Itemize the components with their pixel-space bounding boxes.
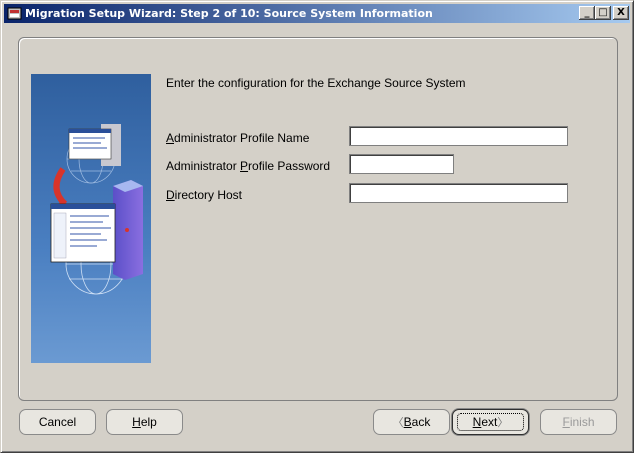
admin-profile-name-label: Administrator Profile Name xyxy=(166,131,310,145)
title-bar[interactable]: Migration Setup Wizard: Step 2 of 10: So… xyxy=(4,4,630,23)
focus-ring xyxy=(457,413,524,431)
admin-profile-password-input[interactable] xyxy=(349,154,454,174)
cancel-button[interactable]: Cancel xyxy=(19,409,96,435)
close-icon[interactable]: X xyxy=(613,6,629,20)
app-icon xyxy=(7,7,22,20)
wizard-window: Migration Setup Wizard: Step 2 of 10: So… xyxy=(0,0,634,453)
intro-text: Enter the configuration for the Exchange… xyxy=(166,76,466,90)
directory-host-label: Directory Host xyxy=(166,188,243,202)
admin-profile-name-input[interactable] xyxy=(349,126,568,146)
maximize-icon[interactable]: □ xyxy=(595,6,611,20)
window-title: Migration Setup Wizard: Step 2 of 10: So… xyxy=(25,7,433,20)
migration-graphic xyxy=(31,74,151,363)
directory-host-input[interactable] xyxy=(349,183,568,203)
back-button[interactable]: 〈Back xyxy=(373,409,450,435)
minimize-icon[interactable]: _ xyxy=(579,6,595,20)
help-button[interactable]: Help xyxy=(106,409,183,435)
finish-button[interactable]: Finish xyxy=(540,409,617,435)
admin-profile-password-label: Administrator Profile Password xyxy=(166,159,331,173)
next-button[interactable]: Next〉 xyxy=(452,409,529,435)
chevron-left-icon: 〈 xyxy=(392,416,404,429)
